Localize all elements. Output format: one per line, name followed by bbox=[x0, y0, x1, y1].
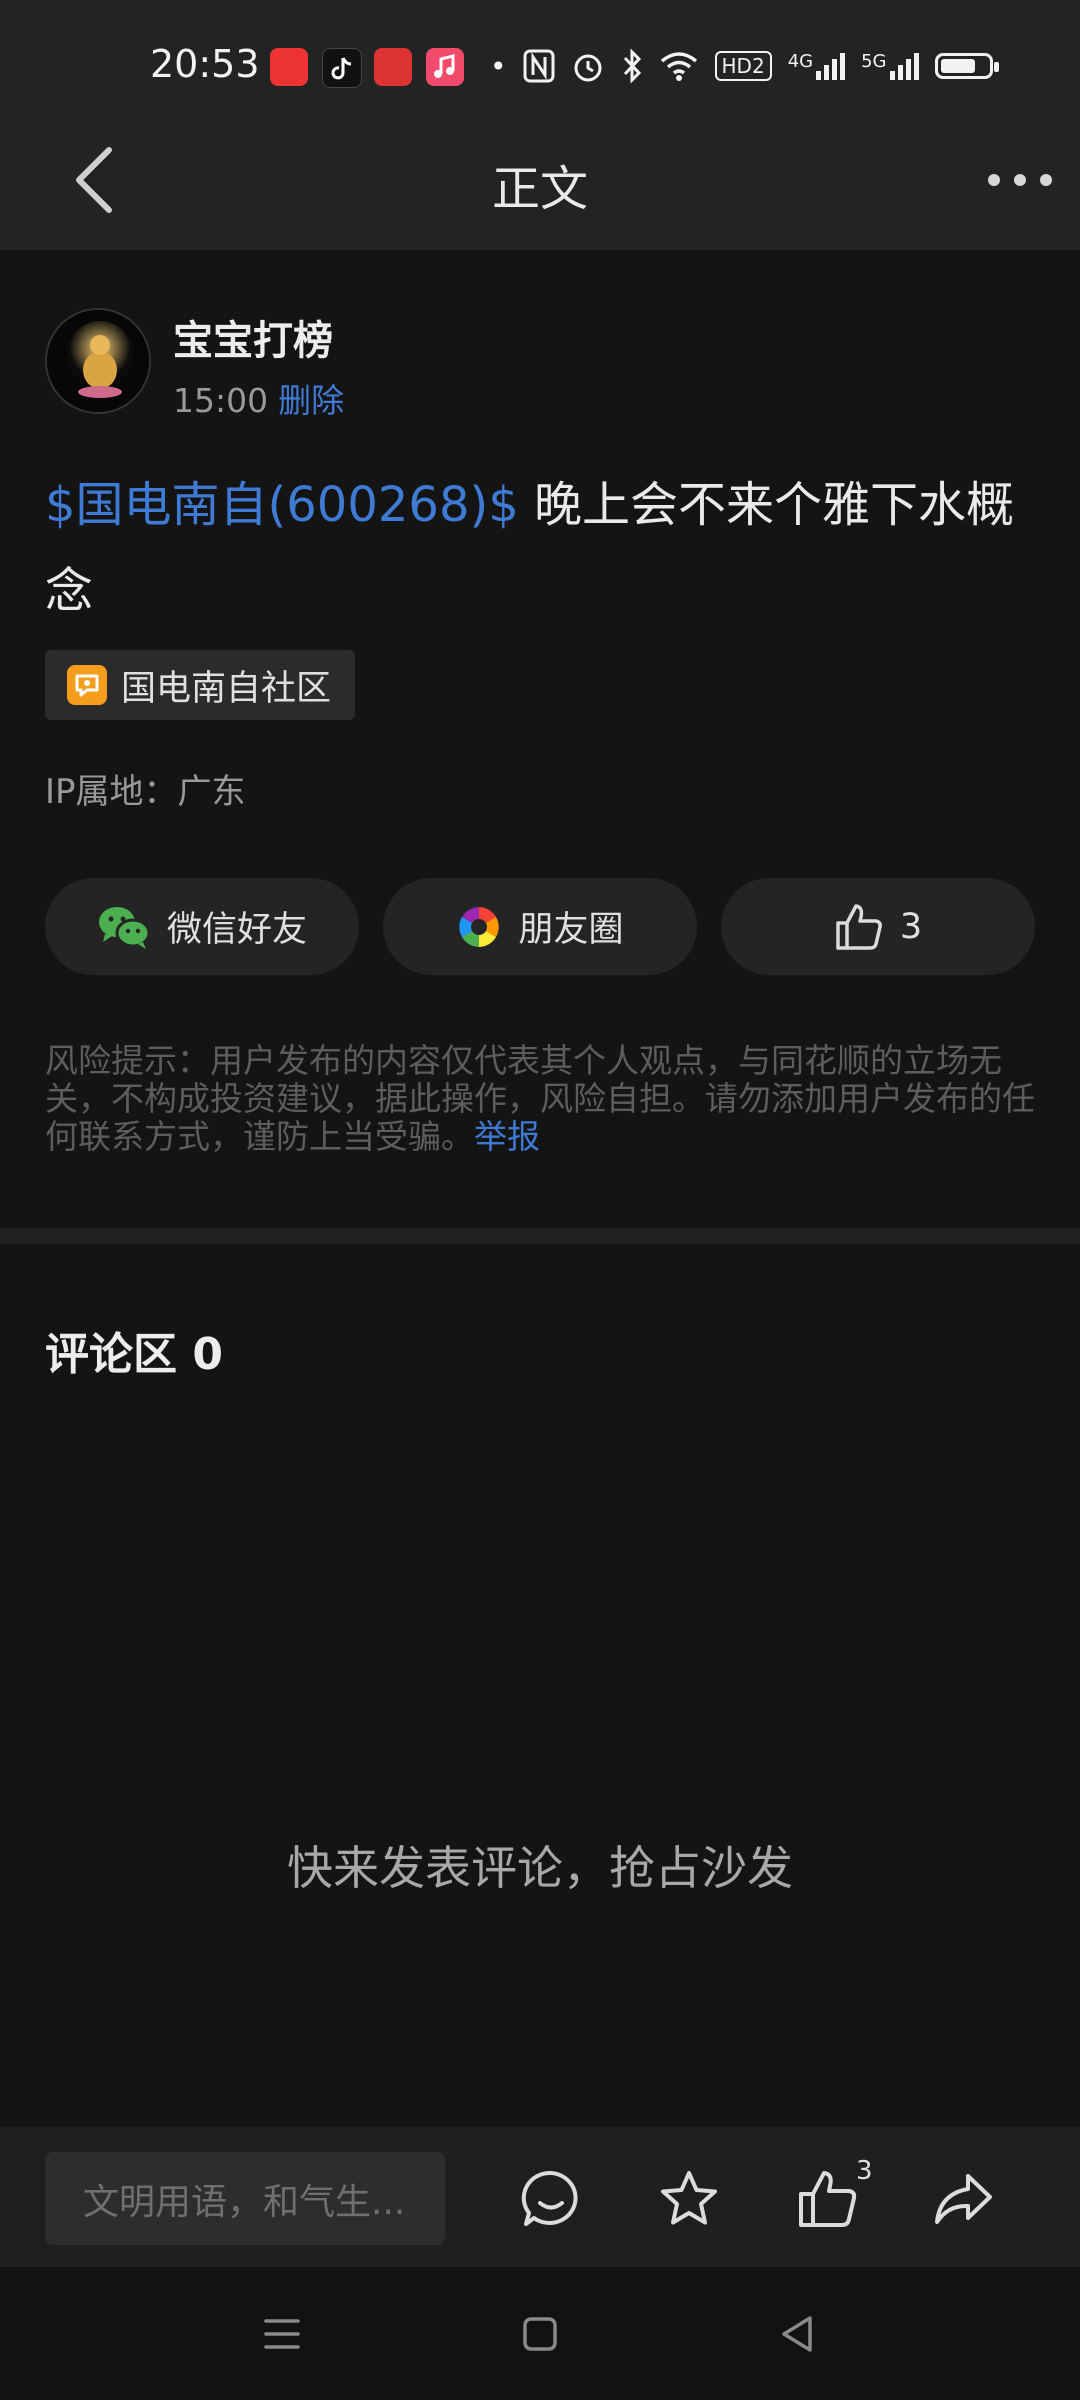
community-icon bbox=[67, 665, 107, 705]
back-triangle-icon bbox=[782, 2316, 812, 2352]
signal-5g-icon: 5G bbox=[861, 51, 919, 81]
menu-nav-button[interactable] bbox=[258, 2310, 306, 2358]
empty-comments-hint: 快来发表评论，抢占沙发 bbox=[287, 1841, 793, 1895]
more-dot bbox=[988, 174, 1000, 186]
post-content: $国电南自(600268)$ 晚上会不来个雅下水概念 bbox=[45, 462, 1035, 634]
more-dot bbox=[1014, 174, 1026, 186]
star-icon bbox=[661, 2171, 717, 2225]
share-moments-button[interactable]: 朋友圈 bbox=[383, 878, 697, 975]
favorite-button[interactable] bbox=[658, 2168, 720, 2230]
comment-section-title: 评论区 0 bbox=[45, 1329, 223, 1380]
section-divider bbox=[0, 1228, 1080, 1244]
community-label: 国电南自社区 bbox=[121, 668, 332, 709]
comment-button[interactable] bbox=[520, 2168, 582, 2230]
home-nav-button[interactable] bbox=[516, 2310, 564, 2358]
alarm-icon bbox=[574, 54, 602, 82]
share-arrow-icon bbox=[935, 2174, 992, 2224]
risk-disclaimer: 风险提示：用户发布的内容仅代表其个人观点，与同花顺的立场无关，不构成投资建议，据… bbox=[45, 1042, 1035, 1156]
moments-label: 朋友圈 bbox=[518, 910, 624, 950]
signal-4g-icon: 4G bbox=[788, 51, 846, 81]
nfc-icon bbox=[523, 49, 555, 83]
comment-icon bbox=[521, 2170, 578, 2226]
like-button[interactable]: 3 bbox=[721, 878, 1035, 975]
dot-icon: • bbox=[490, 49, 507, 83]
report-link[interactable]: 举报 bbox=[474, 1117, 540, 1156]
status-time: 20:53 bbox=[150, 42, 260, 86]
more-dot bbox=[1040, 174, 1052, 186]
moments-icon bbox=[459, 906, 500, 947]
app-icon-red bbox=[270, 48, 308, 86]
status-icons: • HD2 4G 5G bbox=[490, 44, 999, 88]
bottom-like-count: 3 bbox=[856, 2156, 873, 2186]
share-button[interactable] bbox=[932, 2168, 994, 2230]
wechat-icon bbox=[98, 906, 151, 949]
page-title: 正文 bbox=[491, 161, 588, 217]
wifi-icon bbox=[660, 52, 697, 81]
thumbs-up-icon bbox=[836, 903, 882, 950]
home-square-icon bbox=[523, 2317, 557, 2351]
back-nav-button[interactable] bbox=[774, 2310, 822, 2358]
thumbs-up-icon bbox=[799, 2171, 857, 2227]
ip-location: IP属地：广东 bbox=[45, 772, 246, 812]
risk-text: 风险提示：用户发布的内容仅代表其个人观点，与同花顺的立场无关，不构成投资建议，据… bbox=[45, 1041, 1035, 1156]
post-time: 15:00 bbox=[173, 381, 269, 420]
hd-icon: HD2 bbox=[714, 51, 772, 81]
comment-input[interactable]: 文明用语，和气生... bbox=[45, 2152, 445, 2245]
bluetooth-icon bbox=[623, 49, 641, 83]
community-tag[interactable]: 国电南自社区 bbox=[45, 650, 356, 720]
bottom-like-button[interactable] bbox=[796, 2168, 858, 2230]
more-button[interactable] bbox=[988, 160, 1052, 200]
stock-link[interactable]: $国电南自(600268)$ bbox=[45, 477, 519, 533]
author-name[interactable]: 宝宝打榜 bbox=[173, 308, 333, 366]
tiktok-icon bbox=[322, 48, 362, 88]
share-wechat-button[interactable]: 微信好友 bbox=[45, 878, 359, 975]
post-meta: 15:00 删除 bbox=[173, 374, 344, 422]
app-icon-red-2 bbox=[374, 48, 412, 86]
wechat-label: 微信好友 bbox=[166, 910, 307, 950]
menu-icon bbox=[264, 2319, 300, 2349]
delete-button[interactable]: 删除 bbox=[278, 381, 344, 420]
music-icon bbox=[426, 48, 464, 86]
avatar[interactable] bbox=[45, 308, 151, 414]
battery-icon bbox=[934, 53, 999, 79]
like-count: 3 bbox=[899, 906, 923, 947]
